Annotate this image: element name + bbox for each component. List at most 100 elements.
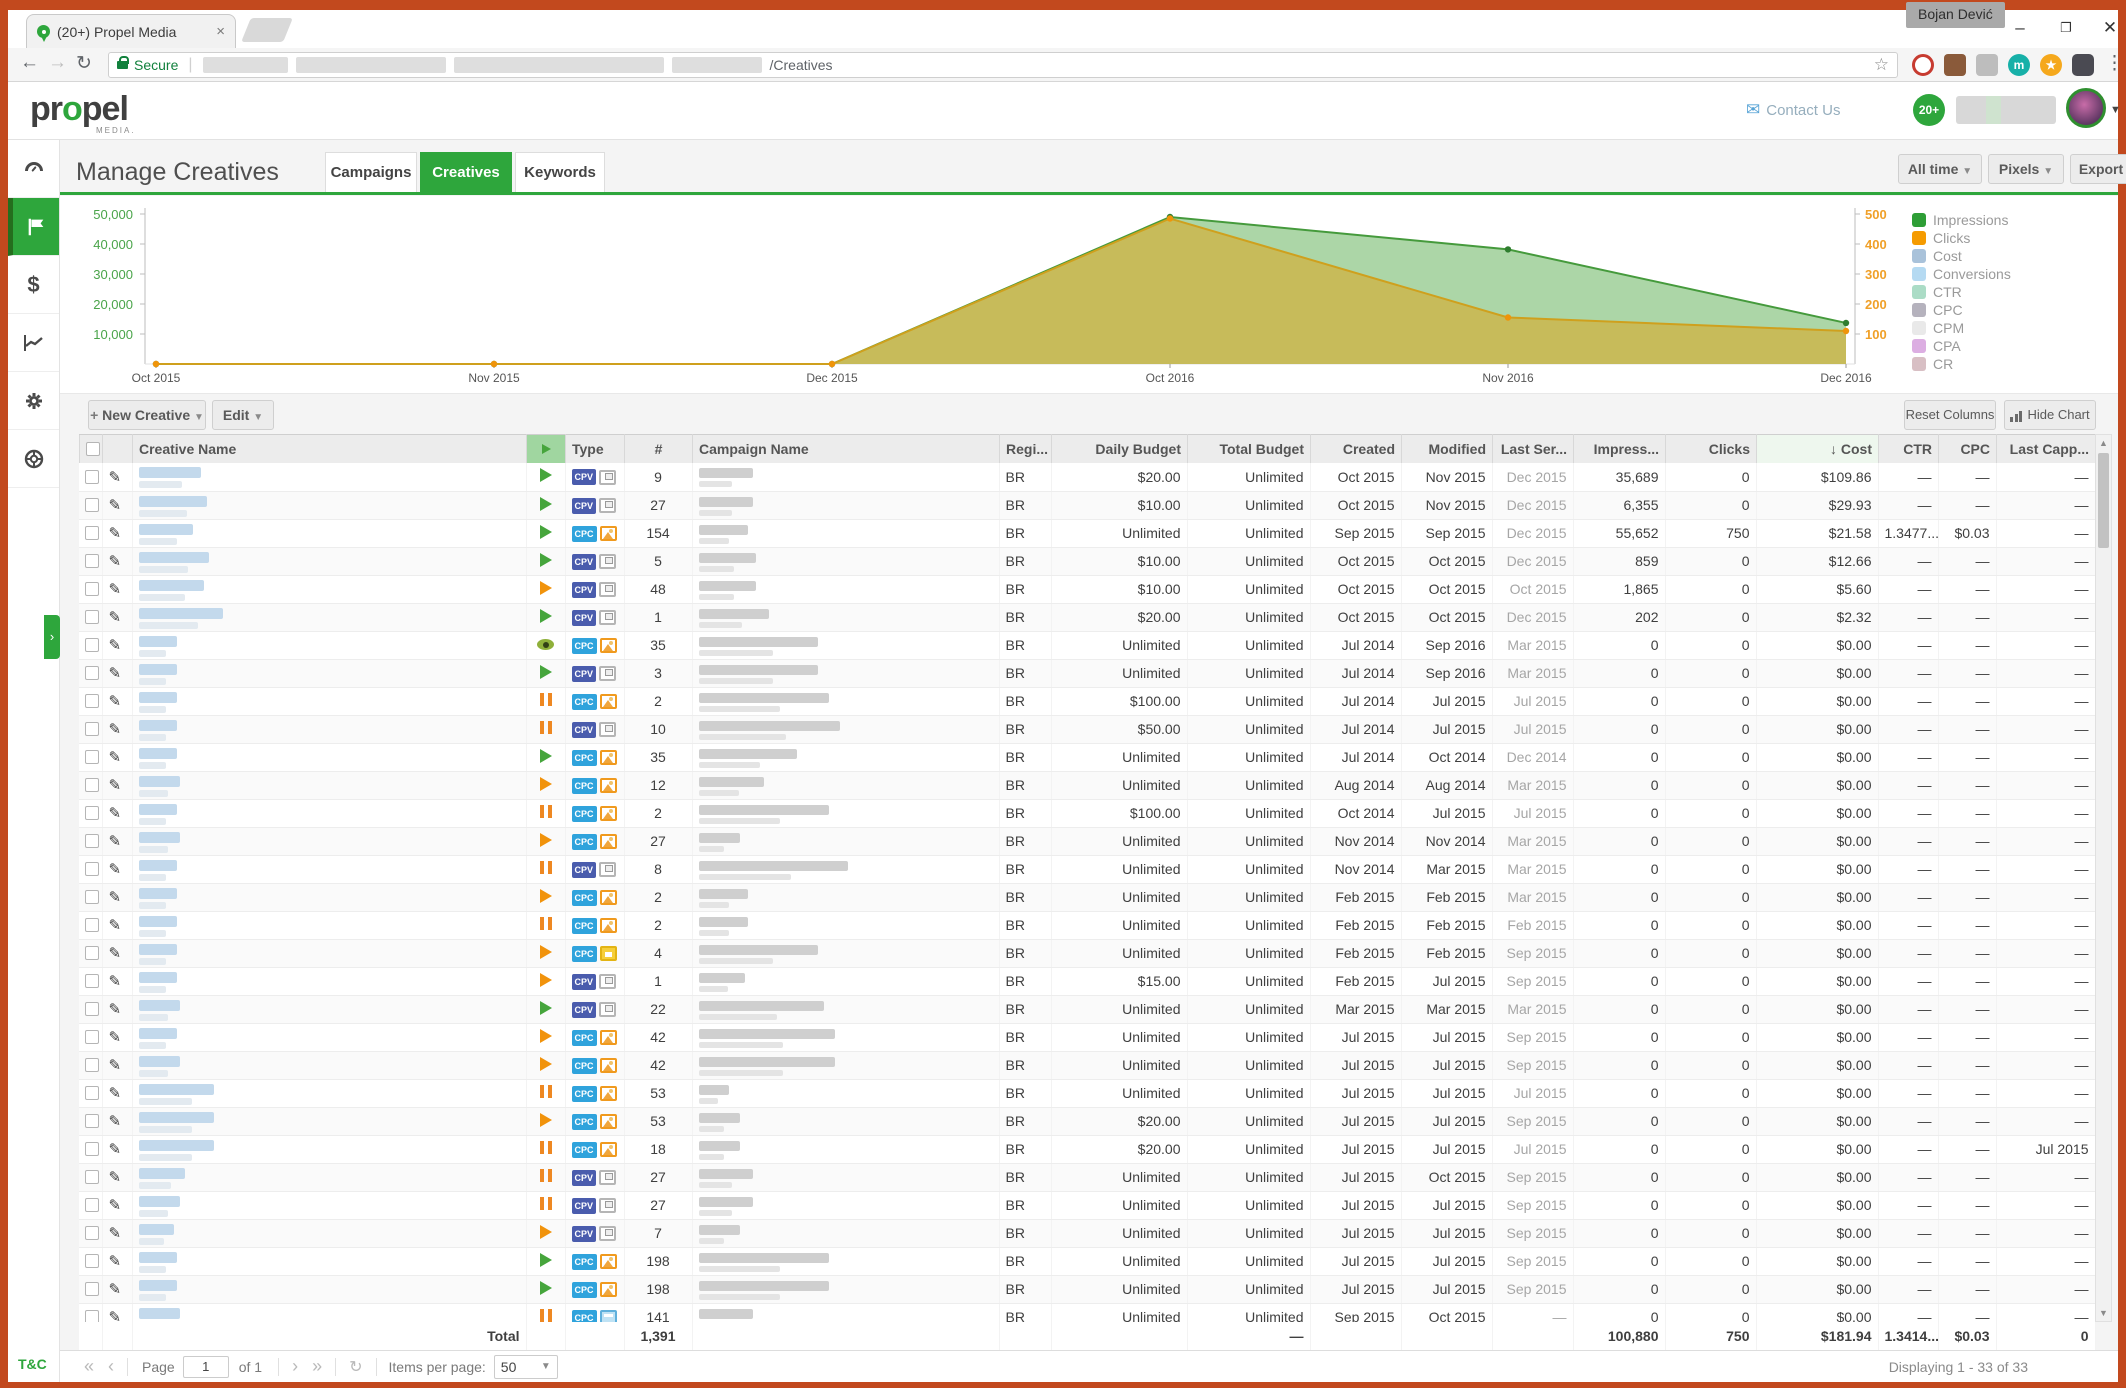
status-play-icon[interactable] — [540, 1113, 552, 1127]
window-close-button[interactable]: ✕ — [2088, 12, 2126, 44]
prev-page-button[interactable]: ‹ — [108, 1356, 114, 1377]
status-play-icon[interactable] — [540, 973, 552, 987]
edit-pencil-icon[interactable]: ✎ — [109, 553, 122, 570]
column-header-served[interactable]: Last Ser... — [1493, 435, 1574, 464]
account-caret-icon[interactable]: ▼ — [2110, 104, 2121, 116]
sidebar-item-billing[interactable]: $ — [8, 256, 59, 314]
edit-button[interactable]: Edit ▼ — [212, 400, 274, 430]
column-header-name[interactable]: Creative Name — [133, 435, 527, 464]
row-checkbox[interactable] — [85, 1226, 99, 1240]
browser-menu-icon[interactable]: ⋮ — [2105, 52, 2124, 75]
column-header-type[interactable]: Type — [566, 435, 625, 464]
edit-pencil-icon[interactable]: ✎ — [109, 1197, 122, 1214]
name-cell[interactable] — [132, 631, 526, 659]
row-checkbox[interactable] — [85, 750, 99, 764]
edit-pencil-icon[interactable]: ✎ — [109, 609, 122, 626]
row-checkbox[interactable] — [85, 1198, 99, 1212]
column-header-cost[interactable]: ↓ Cost — [1757, 435, 1879, 464]
edit-pencil-icon[interactable]: ✎ — [109, 637, 122, 654]
new-tab-button[interactable] — [241, 18, 293, 42]
name-cell[interactable] — [132, 715, 526, 743]
status-play-icon[interactable] — [540, 833, 552, 847]
row-checkbox[interactable] — [85, 1058, 99, 1072]
status-active-play-icon[interactable] — [540, 609, 552, 623]
row-checkbox[interactable] — [85, 722, 99, 736]
sidebar-item-creatives[interactable] — [8, 198, 59, 256]
tab-campaigns[interactable]: Campaigns — [325, 152, 417, 192]
row-checkbox[interactable] — [85, 638, 99, 652]
name-cell[interactable] — [132, 463, 526, 491]
row-checkbox[interactable] — [85, 946, 99, 960]
table-scrollbar[interactable]: ▲ ▼ — [2095, 434, 2112, 1322]
row-checkbox[interactable] — [85, 694, 99, 708]
status-review-eye-icon[interactable] — [537, 639, 554, 650]
propel-media-logo[interactable]: propel — [30, 90, 128, 129]
row-checkbox[interactable] — [85, 1086, 99, 1100]
row-checkbox[interactable] — [85, 470, 99, 484]
edit-pencil-icon[interactable]: ✎ — [109, 497, 122, 514]
name-cell[interactable] — [132, 1079, 526, 1107]
scrollbar-thumb[interactable] — [2098, 453, 2109, 548]
edit-pencil-icon[interactable]: ✎ — [109, 1029, 122, 1046]
name-cell[interactable] — [132, 519, 526, 547]
legend-item-cost[interactable]: Cost — [1912, 248, 1962, 264]
window-maximize-button[interactable]: ❐ — [2044, 12, 2088, 44]
last-page-button[interactable]: » — [312, 1356, 322, 1377]
name-cell[interactable] — [132, 1107, 526, 1135]
name-cell[interactable] — [132, 771, 526, 799]
row-checkbox[interactable] — [85, 834, 99, 848]
status-paused-icon[interactable] — [540, 861, 552, 874]
browser-tab[interactable]: (20+) Propel Media × — [26, 14, 236, 48]
row-checkbox[interactable] — [85, 890, 99, 904]
address-bar[interactable]: Secure | /Creatives ☆ — [108, 52, 1898, 78]
column-header-clicks[interactable]: Clicks — [1666, 435, 1757, 464]
status-play-icon[interactable] — [540, 1029, 552, 1043]
row-checkbox[interactable] — [85, 918, 99, 932]
status-play-icon[interactable] — [540, 581, 552, 595]
status-paused-icon[interactable] — [540, 1309, 552, 1322]
status-active-play-icon[interactable] — [540, 1281, 552, 1295]
new-creative-button[interactable]: + New Creative ▼ — [88, 400, 206, 430]
extension-icon[interactable] — [2072, 54, 2094, 76]
edit-pencil-icon[interactable]: ✎ — [109, 1085, 122, 1102]
legend-item-cpm[interactable]: CPM — [1912, 320, 1964, 336]
status-paused-icon[interactable] — [540, 917, 552, 930]
scroll-down-icon[interactable]: ▼ — [2096, 1305, 2111, 1321]
status-active-play-icon[interactable] — [540, 525, 552, 539]
edit-pencil-icon[interactable]: ✎ — [109, 749, 122, 766]
name-cell[interactable] — [132, 603, 526, 631]
name-cell[interactable] — [132, 967, 526, 995]
status-paused-icon[interactable] — [540, 1141, 552, 1154]
row-checkbox[interactable] — [85, 554, 99, 568]
edit-pencil-icon[interactable]: ✎ — [109, 889, 122, 906]
name-cell[interactable] — [132, 1163, 526, 1191]
status-active-play-icon[interactable] — [540, 497, 552, 511]
row-checkbox[interactable] — [85, 1030, 99, 1044]
items-per-page-select[interactable]: 50▼ — [494, 1355, 558, 1379]
name-cell[interactable] — [132, 687, 526, 715]
extension-camera-icon[interactable] — [1976, 54, 1998, 76]
row-checkbox[interactable] — [85, 806, 99, 820]
terms-link[interactable]: T&C — [18, 1356, 47, 1372]
edit-pencil-icon[interactable]: ✎ — [109, 1113, 122, 1130]
name-cell[interactable] — [132, 883, 526, 911]
legend-item-conversions[interactable]: Conversions — [1912, 266, 2011, 282]
edit-pencil-icon[interactable]: ✎ — [109, 1141, 122, 1158]
edit-pencil-icon[interactable]: ✎ — [109, 805, 122, 822]
row-checkbox[interactable] — [85, 1254, 99, 1268]
contact-us-link[interactable]: ✉Contact Us — [1746, 100, 1840, 120]
column-header-region[interactable]: Regi... — [1000, 435, 1052, 464]
sidebar-item-help[interactable] — [8, 430, 59, 488]
status-active-play-icon[interactable] — [540, 665, 552, 679]
edit-pencil-icon[interactable]: ✎ — [109, 581, 122, 598]
legend-item-ctr[interactable]: CTR — [1912, 284, 1962, 300]
name-cell[interactable] — [132, 1191, 526, 1219]
status-paused-icon[interactable] — [540, 1169, 552, 1182]
column-header-created[interactable]: Created — [1311, 435, 1402, 464]
edit-pencil-icon[interactable]: ✎ — [109, 469, 122, 486]
select-all-checkbox[interactable] — [80, 435, 103, 464]
status-play-icon[interactable] — [540, 945, 552, 959]
row-checkbox[interactable] — [85, 778, 99, 792]
column-header-total[interactable]: Total Budget — [1188, 435, 1311, 464]
notification-badge[interactable]: 20+ — [1913, 94, 1945, 126]
